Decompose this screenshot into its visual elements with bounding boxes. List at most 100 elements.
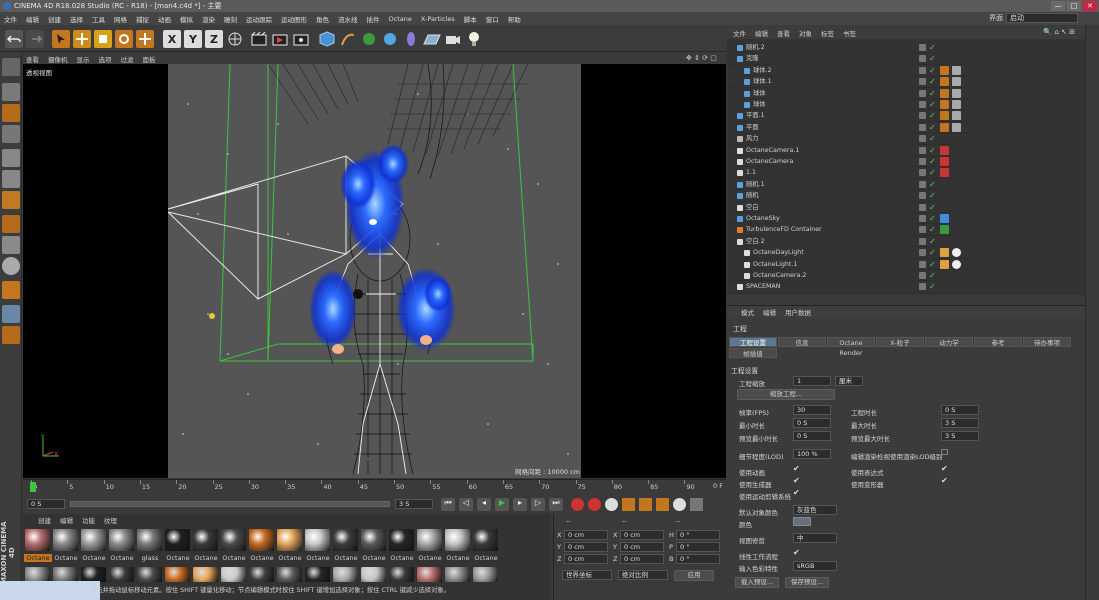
playhead[interactable] — [30, 482, 36, 492]
material-menu-item[interactable]: 编辑 — [60, 515, 73, 525]
object-row[interactable]: 随机.2 ✓ — [730, 42, 1082, 54]
menu-item[interactable]: 插件 — [367, 14, 380, 24]
end-time-field[interactable]: 3 S — [395, 499, 433, 509]
auto-key-icon[interactable] — [588, 498, 601, 511]
object-row[interactable]: 1.1 ✓ — [730, 167, 1082, 179]
sky-tag-icon[interactable] — [940, 214, 949, 223]
light-icon[interactable] — [465, 30, 483, 48]
save-preset-button[interactable]: 保存预设... — [785, 577, 829, 588]
key-param-icon[interactable] — [673, 498, 686, 511]
light-tag-icon[interactable] — [940, 248, 949, 258]
enabled-check-icon[interactable]: ✓ — [929, 110, 936, 121]
visibility-toggle[interactable] — [919, 89, 926, 97]
workplane-lock-icon[interactable] — [2, 305, 20, 323]
object-row[interactable]: OctaneLight.1 ✓ — [730, 259, 1082, 270]
coord-rotation-field[interactable]: 0 ° — [676, 542, 720, 552]
use-generator-checkbox[interactable]: ✔ — [793, 476, 800, 485]
camera-tag-icon[interactable] — [940, 157, 949, 166]
texture-mode-icon[interactable] — [2, 104, 20, 122]
visibility-toggle[interactable] — [919, 249, 926, 257]
material-tag-icon[interactable] — [952, 111, 961, 121]
object-row[interactable]: 平面 ✓ — [730, 122, 1082, 134]
object-row[interactable]: OctaneDayLight ✓ — [730, 247, 1082, 259]
object-row[interactable]: OctaneCamera.2 ✓ — [730, 270, 1082, 282]
visibility-toggle[interactable] — [919, 215, 926, 222]
render-lod-checkbox[interactable]: ☐ — [941, 448, 948, 457]
material-swatch[interactable] — [193, 529, 218, 551]
coord-size-field[interactable]: 0 cm — [620, 542, 664, 552]
enabled-check-icon[interactable]: ✓ — [929, 65, 936, 76]
material-menu-item[interactable]: 纹理 — [104, 515, 117, 525]
next-frame-icon[interactable]: ▸ — [513, 498, 527, 511]
make-editable-icon[interactable] — [2, 58, 20, 76]
tag-icon[interactable] — [940, 88, 949, 98]
visibility-toggle[interactable] — [919, 146, 926, 154]
key-scale-icon[interactable] — [639, 498, 652, 511]
visibility-toggle[interactable] — [919, 101, 926, 108]
minimize-button[interactable]: — — [1051, 1, 1065, 11]
material-swatch[interactable] — [445, 529, 470, 551]
menu-item[interactable]: 创建 — [48, 14, 61, 24]
tag-icon[interactable] — [940, 65, 949, 75]
right-side-tabs[interactable] — [1085, 26, 1099, 600]
menu-item[interactable]: 动画 — [158, 14, 171, 24]
live-select-icon[interactable] — [52, 30, 70, 48]
scale-icon[interactable] — [94, 30, 112, 48]
material-swatch[interactable] — [361, 529, 386, 551]
coord-size-field[interactable]: 0 cm — [620, 554, 664, 564]
material-swatch[interactable] — [25, 567, 50, 582]
project-scale-field[interactable]: 1 — [793, 376, 831, 386]
material-swatch[interactable] — [417, 529, 442, 551]
object-row[interactable]: 空白 ✓ — [730, 202, 1082, 213]
go-start-icon[interactable]: ⏮ — [441, 498, 455, 511]
object-row[interactable]: 球体 ✓ — [730, 88, 1082, 99]
coord-position-field[interactable]: 0 cm — [564, 554, 608, 564]
model-mode-icon[interactable] — [2, 83, 20, 101]
record-key-icon[interactable] — [571, 498, 584, 511]
render-view-icon[interactable] — [250, 30, 268, 48]
apply-button[interactable]: 应用 — [674, 570, 714, 581]
object-row[interactable]: 球体.1 ✓ — [730, 76, 1082, 88]
coord-position-field[interactable]: 0 cm — [564, 542, 608, 552]
tag-icon[interactable] — [940, 77, 949, 87]
workplane-icon[interactable] — [2, 125, 20, 143]
viewport-menu-item[interactable]: 过滤 — [121, 54, 134, 64]
tweak-mode-icon[interactable] — [2, 236, 20, 254]
load-preset-button[interactable]: 载入预设... — [735, 577, 779, 588]
project-scale-unit[interactable]: 厘米 — [835, 376, 863, 386]
coord-position-field[interactable]: 0 cm — [564, 530, 608, 540]
material-swatch[interactable] — [221, 529, 246, 551]
lod-field[interactable]: 100 % — [793, 449, 831, 459]
enabled-check-icon[interactable]: ✓ — [929, 190, 936, 201]
enabled-check-icon[interactable]: ✓ — [929, 202, 936, 213]
scale-mode-select[interactable]: 绝对比例 — [618, 570, 668, 580]
material-tag-icon[interactable] — [952, 77, 961, 87]
preview-min-field[interactable]: 0 S — [793, 431, 831, 441]
material-swatch[interactable] — [53, 567, 78, 582]
attribute-tab[interactable]: 工程设置 — [729, 337, 777, 347]
material-swatch[interactable] — [25, 529, 50, 551]
material-swatch[interactable] — [53, 529, 78, 551]
visibility-toggle[interactable] — [919, 55, 926, 63]
visibility-toggle[interactable] — [919, 169, 926, 177]
preview-range-slider[interactable] — [70, 501, 390, 507]
key-position-icon[interactable] — [622, 498, 635, 511]
input-color-select[interactable]: sRGB — [793, 561, 837, 571]
linear-workflow-checkbox[interactable]: ✔ — [793, 548, 800, 557]
visibility-toggle[interactable] — [919, 78, 926, 86]
edges-mode-icon[interactable] — [2, 170, 20, 188]
timeline-ruler[interactable]: 051015202530354045505560657075808590 0 F — [23, 479, 726, 497]
start-time-field[interactable]: 0 S — [27, 499, 65, 509]
material-swatch[interactable] — [333, 567, 358, 582]
material-swatch[interactable] — [221, 567, 246, 582]
object-row[interactable]: 随机 ✓ — [730, 190, 1082, 202]
material-swatch[interactable] — [277, 567, 302, 582]
menu-item[interactable]: X-Particles — [421, 15, 455, 23]
undo-icon[interactable] — [5, 30, 23, 48]
pen-spline-icon[interactable] — [339, 30, 357, 48]
rotate-icon[interactable] — [115, 30, 133, 48]
prev-frame-icon[interactable]: ◂ — [477, 498, 491, 511]
enabled-check-icon[interactable]: ✓ — [929, 259, 936, 270]
attribute-menu-item[interactable]: 用户数据 — [785, 307, 811, 317]
visibility-toggle[interactable] — [919, 112, 926, 120]
